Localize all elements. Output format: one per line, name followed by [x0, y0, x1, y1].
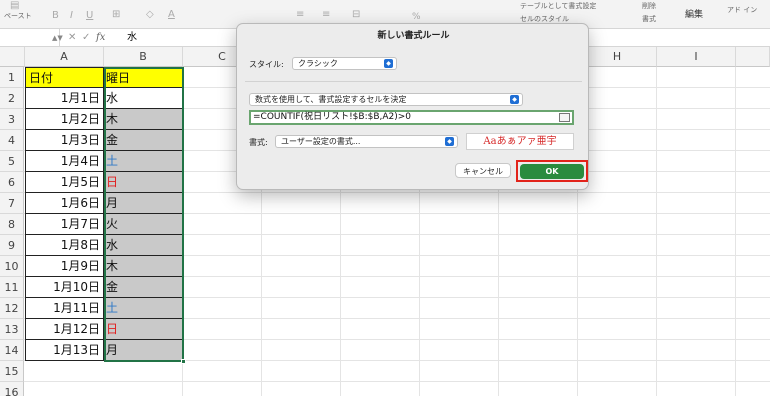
cell-date[interactable]: 1月9日 — [25, 256, 104, 277]
rule-type-popup-arrow-icon: ◆ — [510, 95, 519, 104]
align-icon[interactable]: ≡ — [296, 9, 304, 20]
wrap-icon[interactable]: ≡ — [322, 9, 330, 20]
cell-date[interactable]: 1月8日 — [25, 235, 104, 256]
row-header[interactable]: 11 — [0, 277, 24, 298]
paste-button-label[interactable]: ペースト — [4, 11, 32, 21]
row-header[interactable]: 1 — [0, 67, 24, 88]
cell-date[interactable]: 1月4日 — [25, 151, 104, 172]
cell-weekday[interactable]: 土 — [104, 151, 183, 172]
cell-weekday[interactable]: 日 — [104, 172, 183, 193]
column-header-h[interactable]: H — [578, 47, 657, 67]
cell-weekday[interactable]: 火 — [104, 214, 183, 235]
format-popup-arrow-icon: ◆ — [445, 137, 454, 146]
merge-icon[interactable]: ⊟ — [352, 9, 360, 20]
cell-date[interactable]: 1月6日 — [25, 193, 104, 214]
formula-bar-value[interactable]: 水 — [127, 29, 137, 47]
fill-handle[interactable] — [181, 359, 186, 364]
cell-weekday[interactable]: 水 — [104, 235, 183, 256]
row-header[interactable]: 16 — [0, 382, 24, 396]
cell-a1[interactable]: 日付 — [25, 67, 104, 88]
format-as-table-button[interactable]: テーブルとして書式設定 — [520, 1, 596, 11]
format-value: ユーザー設定の書式... — [281, 137, 361, 146]
insert-function-icon[interactable]: fx — [96, 29, 105, 47]
formula-text: =COUNTIF(祝日リスト!$B:$B,A2)>0 — [253, 112, 412, 122]
cell-date[interactable]: 1月13日 — [25, 340, 104, 361]
cell-date[interactable]: 1月5日 — [25, 172, 104, 193]
format-popup[interactable]: ユーザー設定の書式... ◆ — [275, 135, 458, 148]
cell-weekday[interactable]: 木 — [104, 109, 183, 130]
row-header[interactable]: 13 — [0, 319, 24, 340]
cell-date[interactable]: 1月12日 — [25, 319, 104, 340]
row-header[interactable]: 4 — [0, 130, 24, 151]
cell-date[interactable]: 1月1日 — [25, 88, 104, 109]
row-header[interactable]: 7 — [0, 193, 24, 214]
new-formatting-rule-dialog: 新しい書式ルール スタイル: クラシック ◆ 数式を使用して、書式設定するセルを… — [236, 23, 589, 190]
rule-type-value: 数式を使用して、書式設定するセルを決定 — [255, 95, 407, 104]
rule-type-popup[interactable]: 数式を使用して、書式設定するセルを決定 ◆ — [249, 93, 523, 106]
cell-date[interactable]: 1月2日 — [25, 109, 104, 130]
style-popup[interactable]: クラシック ◆ — [292, 57, 397, 70]
format-preview: Aaあぁアァ亜宇 — [466, 133, 574, 150]
font-color-icon[interactable]: A — [168, 9, 175, 20]
gridline-horizontal — [24, 381, 770, 382]
gridline-vertical — [656, 67, 657, 396]
cell-weekday[interactable]: 水 — [104, 88, 183, 109]
row-header[interactable]: 2 — [0, 88, 24, 109]
cell-b1[interactable]: 曜日 — [104, 67, 183, 88]
dialog-separator — [245, 81, 582, 82]
percent-button[interactable]: % — [412, 12, 421, 22]
cell-date[interactable]: 1月11日 — [25, 298, 104, 319]
addin-button[interactable]: アド イン — [727, 5, 757, 15]
style-popup-arrow-icon: ◆ — [384, 59, 393, 68]
ok-button[interactable]: OK — [520, 164, 584, 179]
row-header[interactable]: 3 — [0, 109, 24, 130]
row-header[interactable]: 10 — [0, 256, 24, 277]
row-header[interactable]: 6 — [0, 172, 24, 193]
formula-input[interactable]: =COUNTIF(祝日リスト!$B:$B,A2)>0 — [249, 110, 574, 125]
name-box[interactable] — [0, 29, 60, 47]
range-select-icon[interactable] — [559, 113, 570, 122]
select-all-corner[interactable] — [0, 47, 25, 67]
row-header[interactable]: 5 — [0, 151, 24, 172]
cell-weekday[interactable]: 金 — [104, 277, 183, 298]
gridline-vertical — [735, 67, 736, 396]
cell-weekday[interactable]: 木 — [104, 256, 183, 277]
column-header-b[interactable]: B — [104, 47, 183, 67]
column-header-a[interactable]: A — [25, 47, 104, 67]
row-header[interactable]: 12 — [0, 298, 24, 319]
cell-date[interactable]: 1月3日 — [25, 130, 104, 151]
fill-color-icon[interactable]: ◇ — [146, 9, 154, 20]
column-header-j[interactable] — [736, 47, 770, 67]
column-header-i[interactable]: I — [657, 47, 736, 67]
cell-date[interactable]: 1月10日 — [25, 277, 104, 298]
cancel-entry-icon[interactable]: ✕ — [68, 29, 76, 47]
cell-weekday[interactable]: 金 — [104, 130, 183, 151]
format-button[interactable]: 書式 — [642, 14, 656, 24]
cell-weekday[interactable]: 日 — [104, 319, 183, 340]
cell-weekday[interactable]: 月 — [104, 193, 183, 214]
row-header[interactable]: 9 — [0, 235, 24, 256]
style-value: クラシック — [298, 59, 338, 68]
cell-weekday[interactable]: 月 — [104, 340, 183, 361]
cell-date[interactable]: 1月7日 — [25, 214, 104, 235]
delete-button[interactable]: 削除 — [642, 1, 656, 11]
bold-icon[interactable]: B — [52, 10, 59, 21]
cancel-button[interactable]: キャンセル — [455, 163, 511, 178]
row-header[interactable]: 15 — [0, 361, 24, 382]
italic-icon[interactable]: I — [70, 10, 73, 21]
edit-button[interactable]: 編集 — [685, 7, 703, 20]
style-label: スタイル: — [249, 60, 284, 69]
underline-icon[interactable]: U — [86, 10, 93, 21]
format-label: 書式: — [249, 138, 268, 147]
cell-weekday[interactable]: 土 — [104, 298, 183, 319]
row-header[interactable]: 14 — [0, 340, 24, 361]
paste-icon[interactable]: ▤ — [10, 0, 19, 11]
row-header[interactable]: 8 — [0, 214, 24, 235]
name-box-dropdown-icon[interactable]: ▲▼ — [52, 29, 63, 47]
confirm-entry-icon[interactable]: ✓ — [82, 29, 90, 47]
borders-icon[interactable]: ⊞ — [112, 9, 120, 20]
dialog-title: 新しい書式ルール — [377, 31, 450, 41]
